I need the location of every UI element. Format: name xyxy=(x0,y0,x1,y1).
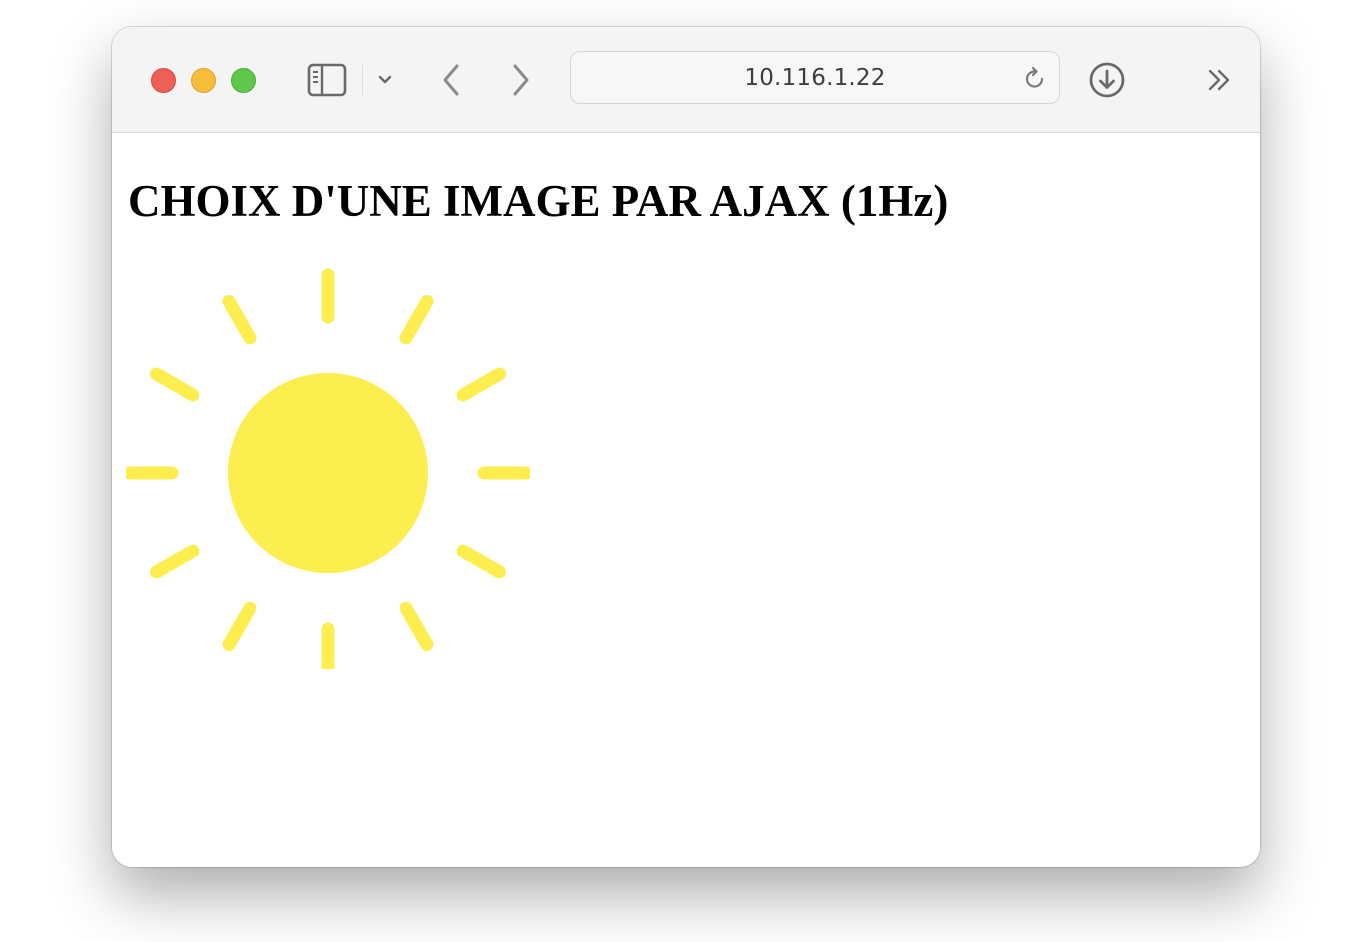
close-window-button[interactable] xyxy=(151,68,176,93)
sidebar-dropdown-button[interactable] xyxy=(374,71,396,89)
chevron-down-icon xyxy=(378,75,392,84)
page-content: CHOIX D'UNE IMAGE PAR AJAX (1Hz) xyxy=(112,133,1260,867)
maximize-window-button[interactable] xyxy=(231,68,256,93)
forward-button[interactable] xyxy=(504,60,538,100)
toolbar-separator xyxy=(362,65,363,95)
reload-button[interactable] xyxy=(1023,66,1047,95)
sun-ray xyxy=(222,295,257,345)
browser-toolbar: 10.116.1.22 xyxy=(112,27,1260,133)
page-title: CHOIX D'UNE IMAGE PAR AJAX (1Hz) xyxy=(128,176,949,226)
sun-ray xyxy=(150,367,200,402)
sidebar-toggle-button[interactable] xyxy=(305,62,349,98)
sun-ray xyxy=(222,601,257,651)
double-chevron-right-icon xyxy=(1208,69,1230,91)
address-text: 10.116.1.22 xyxy=(744,65,886,91)
sun-ray xyxy=(456,544,506,579)
address-bar[interactable]: 10.116.1.22 xyxy=(570,51,1060,104)
more-toolbar-items-button[interactable] xyxy=(1202,66,1238,94)
sidebar-icon xyxy=(307,63,347,97)
chevron-right-icon xyxy=(513,64,529,96)
reload-icon xyxy=(1025,66,1044,88)
chevron-left-icon xyxy=(443,64,459,96)
sun-ray xyxy=(456,367,506,402)
sun-ray xyxy=(150,544,200,579)
sun-ray xyxy=(399,295,434,345)
sun-ray xyxy=(399,601,434,651)
sun-icon xyxy=(126,268,530,669)
minimize-window-button[interactable] xyxy=(191,68,216,93)
browser-window: 10.116.1.22 CHOIX D'UNE IMAGE PAR AJAX (… xyxy=(112,27,1260,867)
sun-disc xyxy=(228,373,428,573)
downloads-button[interactable] xyxy=(1087,60,1127,100)
download-icon xyxy=(1089,62,1125,98)
back-button[interactable] xyxy=(434,60,468,100)
